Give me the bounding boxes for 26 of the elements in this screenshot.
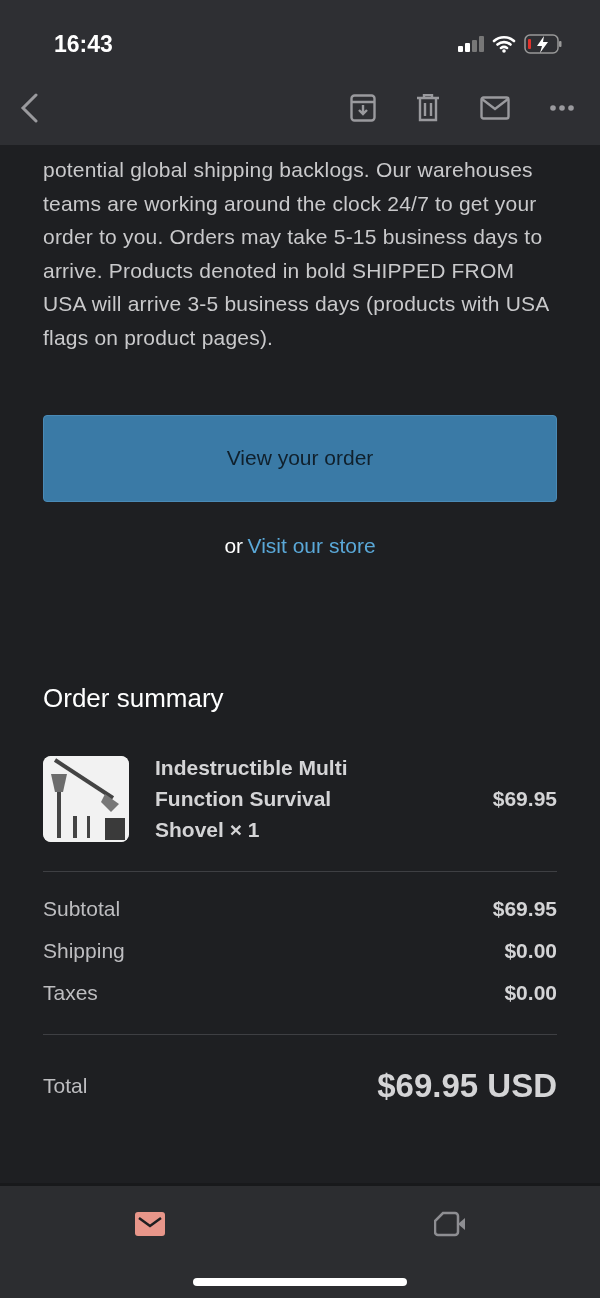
total-value: $69.95 USD: [377, 1066, 557, 1107]
section-title: Order summary: [43, 682, 225, 716]
product-name: Indestructible Multi Function Survival Shovel × 1: [155, 755, 349, 844]
summary-label: Subtotal: [43, 896, 121, 923]
total-label: Total: [43, 1072, 88, 1099]
summary-label: Taxes: [43, 980, 98, 1007]
back-icon[interactable]: [20, 92, 40, 123]
video-icon[interactable]: [434, 1211, 466, 1237]
more-icon[interactable]: [550, 104, 574, 111]
archive-icon[interactable]: [350, 93, 376, 122]
product-price: $69.95: [492, 785, 557, 812]
summary-label: Shipping: [43, 938, 125, 965]
wifi-icon: [492, 35, 516, 53]
summary-value: $0.00: [504, 938, 557, 965]
mail-icon[interactable]: [134, 1211, 166, 1237]
summary-value: $69.95: [492, 896, 557, 923]
view-order-button[interactable]: View your order: [43, 414, 557, 502]
summary-value: $0.00: [504, 980, 557, 1007]
battery-icon: [524, 34, 562, 54]
message-paragraph: potential global shipping backlogs. Our warehouses teams are working around the clock 24/7 to get your order to you. Orders may take 5-15 business days to arrive. Products denoted in bold SHIPPED FROM USA will arrive 3-5 business days (products with USA flags on product pages).: [43, 157, 550, 351]
or-text: or: [224, 533, 244, 557]
status-time: 16:43: [54, 29, 113, 59]
mail-icon[interactable]: [480, 95, 510, 120]
store-link[interactable]: Visit our store: [247, 533, 376, 557]
signal-icon: [458, 36, 484, 52]
trash-icon[interactable]: [416, 93, 440, 122]
